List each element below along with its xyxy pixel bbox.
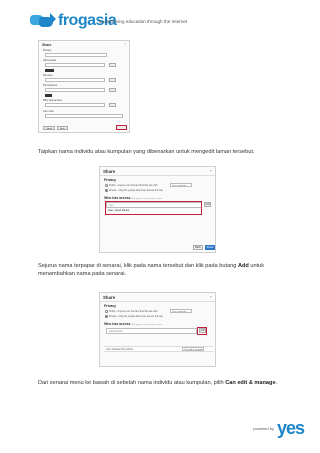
- radio-icon[interactable]: [105, 189, 108, 192]
- footer-button[interactable]: Cancel: [43, 126, 56, 130]
- heading-hint: Add people to give them access: [131, 324, 163, 326]
- radio-label: Public - Anyone can find and find this s…: [109, 310, 158, 313]
- highlight-box: [197, 327, 207, 335]
- suggestion-item[interactable]: user- Jared Danks: [108, 209, 129, 212]
- share-dialog-screenshot-3: Share × Privacy Public - Anyone can find…: [99, 292, 216, 367]
- back-button[interactable]: Back: [193, 245, 203, 250]
- radio-icon[interactable]: [105, 310, 108, 313]
- share-dialog-screenshot-1: Share × Privacy Add people Remove Permis…: [38, 40, 130, 133]
- caption-text: .: [275, 380, 278, 386]
- instruction-1: Taipkan nama individu atau kumpulan yang…: [38, 149, 255, 155]
- dark-chip[interactable]: [45, 69, 54, 72]
- caption-bold: Can edit & manage: [225, 380, 276, 386]
- radio-label: Private - Only the people listed can acc…: [109, 315, 163, 318]
- who-has-access-heading: Who has access Add people to give them a…: [104, 322, 162, 326]
- close-icon[interactable]: ×: [210, 168, 212, 173]
- small-button[interactable]: [109, 63, 116, 67]
- radio-icon[interactable]: [105, 315, 108, 318]
- footer-button[interactable]: Back: [57, 126, 68, 130]
- close-icon[interactable]: ×: [124, 42, 126, 46]
- close-icon[interactable]: ×: [210, 294, 212, 299]
- caption-text: Dari senarai menu ke bawah di sebelah na…: [38, 380, 226, 386]
- privacy-heading: Privacy: [104, 304, 117, 308]
- fish-logo-icon: [30, 12, 56, 30]
- radio-public[interactable]: Public - Anyone can find and find this s…: [105, 310, 158, 313]
- heading-text: Who has access: [104, 196, 131, 200]
- small-button[interactable]: [109, 103, 116, 107]
- page-footer: powered by yes: [253, 418, 305, 439]
- field[interactable]: [45, 88, 105, 92]
- page-header: frogasia transforming education through …: [0, 0, 320, 40]
- row-label: Can view: [43, 110, 54, 113]
- row-label: Who has access: [43, 99, 63, 102]
- caption-text: Sejurus nama terpapar di senarai, klik p…: [38, 263, 238, 269]
- yes-logo: yes: [276, 418, 305, 438]
- small-button[interactable]: [109, 78, 116, 82]
- row-label: Permissions: [43, 84, 58, 87]
- radio-public[interactable]: Public - Anyone can find and find this s…: [105, 184, 158, 187]
- dialog-title: Share: [103, 169, 116, 174]
- radio-private[interactable]: Private - Only the people listed can acc…: [105, 315, 163, 318]
- radio-icon[interactable]: [105, 184, 108, 187]
- dialog-title: Share: [42, 43, 52, 47]
- dark-chip[interactable]: [45, 94, 52, 97]
- powered-by-text: powered by: [253, 426, 274, 431]
- field[interactable]: [45, 78, 105, 82]
- field[interactable]: [45, 63, 105, 67]
- row-label: Remove: [43, 74, 53, 77]
- privacy-heading: Privacy: [104, 178, 117, 182]
- instruction-2: Sejurus nama terpapar di senarai, klik p…: [38, 263, 288, 278]
- share-button-highlight[interactable]: [116, 125, 127, 130]
- field[interactable]: [45, 53, 107, 57]
- permission-dropdown[interactable]: Can edit & manage: [182, 347, 204, 351]
- field[interactable]: [45, 103, 105, 107]
- tagline: transforming education through the Inter…: [99, 19, 188, 24]
- heading-text: Who has access: [104, 322, 131, 326]
- divider: [100, 301, 215, 302]
- share-dialog-screenshot-2: Share × Privacy Public - Anyone can find…: [99, 166, 216, 253]
- name-input[interactable]: Jared Danks: [106, 328, 197, 334]
- highlight-box: [105, 201, 202, 215]
- add-button[interactable]: Add: [204, 202, 211, 207]
- dialog-footer: Cancel Back: [43, 126, 68, 130]
- heading-hint: Add people to give them access: [131, 198, 163, 200]
- who-has-access-heading: Who has access Add people to give them a…: [104, 196, 162, 200]
- divider: [100, 175, 215, 176]
- radio-label: Public - Anyone can find and find this s…: [109, 184, 158, 187]
- radio-label: Private - Only the people listed can acc…: [109, 189, 163, 192]
- dialog-title: Share: [103, 295, 116, 300]
- permission-select[interactable]: Can contribute: [170, 309, 192, 313]
- caption-bold: Add: [237, 263, 249, 269]
- field[interactable]: [45, 114, 123, 118]
- radio-private[interactable]: Private - Only the people listed can acc…: [105, 189, 163, 192]
- share-button[interactable]: Share: [205, 245, 215, 250]
- small-button[interactable]: [109, 88, 116, 92]
- row-label: Add people: [43, 59, 57, 62]
- row-label: Privacy: [43, 49, 52, 52]
- permission-select[interactable]: Can contribute: [170, 183, 192, 187]
- instruction-3: Dari senarai menu ke bawah di sebelah na…: [38, 380, 288, 388]
